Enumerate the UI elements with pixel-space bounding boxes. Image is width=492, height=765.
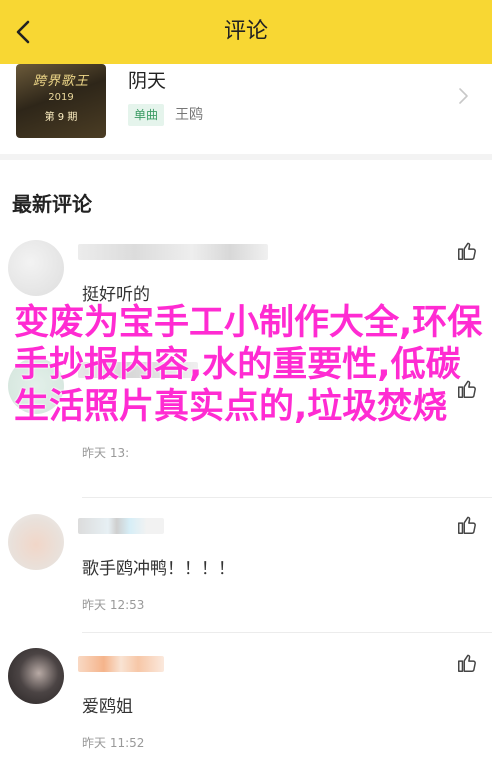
thumbs-up-icon[interactable] [456,652,478,674]
username-blurred[interactable] [78,244,268,260]
username-blurred[interactable] [78,656,164,672]
comment-time: 昨天 13: [82,446,130,460]
comment-time: 昨天 11:52 [82,736,145,750]
cover-episode: 第 9 期 [44,112,78,123]
avatar[interactable] [8,514,64,570]
cover-logo: 跨界歌王 [32,74,89,89]
comment-text: 爱鸥姐 [82,697,133,717]
album-cover: 跨界歌王 2019 第 9 期 [16,64,106,138]
thumbs-up-icon[interactable] [456,240,478,262]
username-blurred[interactable] [78,362,198,378]
comments-section: 最新评论 挺好听的 昨天 13: 歌手鸥冲鸭！！！！ 昨天 12:53 爱鸥姐 [0,160,492,765]
comment-time: 昨天 12:53 [82,598,145,612]
comment-text: 歌手鸥冲鸭！！！！ [82,559,235,579]
top-app-bar: 评论 [0,0,492,64]
divider [82,497,492,498]
avatar[interactable] [8,648,64,704]
song-title: 阴天 [128,70,167,92]
singer-name: 王鸥 [175,107,203,123]
avatar[interactable] [8,240,64,296]
comment-text: 挺好听的 [82,285,150,305]
page-title: 评论 [223,19,268,44]
cover-year: 2019 [48,92,74,103]
single-tag-badge: 单曲 [128,104,165,126]
chevron-right-icon [459,88,468,104]
section-title: 最新评论 [12,192,92,216]
thumbs-up-icon[interactable] [456,514,478,536]
song-card[interactable]: 跨界歌王 2019 第 9 期 阴天 单曲 王鸥 [0,64,492,154]
thumbs-up-icon[interactable] [456,378,478,400]
avatar[interactable] [8,358,64,414]
username-blurred[interactable] [78,518,164,534]
divider [82,632,492,633]
